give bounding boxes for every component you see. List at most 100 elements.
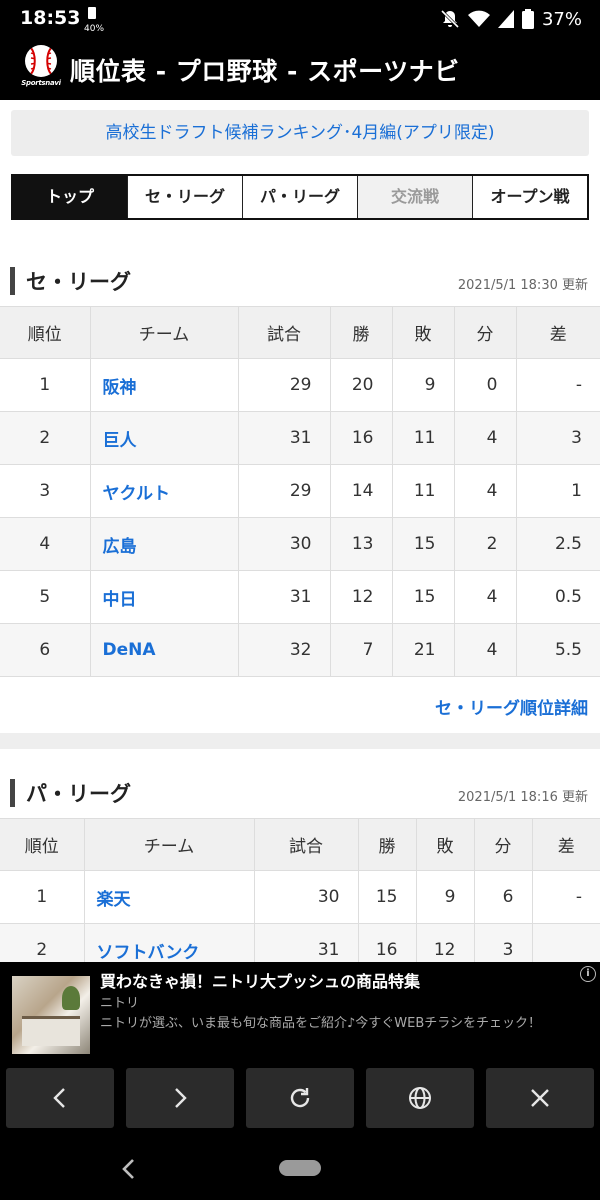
rank-cell: 5 — [0, 570, 91, 624]
col-ties: 分 — [473, 818, 533, 871]
ad-info-icon[interactable]: i — [580, 966, 596, 982]
mute-bell-icon — [440, 9, 460, 29]
promo-banner-link[interactable]: 高校生ドラフト候補ランキング･4月編(アプリ限定) — [11, 110, 589, 156]
update-timestamp: 2021/5/1 18:30 更新 — [457, 278, 588, 293]
col-games-behind: 差 — [515, 306, 600, 359]
rank-cell: 1 — [0, 358, 91, 412]
status-time: 18:53 — [20, 7, 81, 29]
pacific-standings-table: 順位 チーム 試合 勝 敗 分 差 1 楽天 30 15 9 6 - 2 ソフト… — [0, 818, 600, 977]
ad-brand: ニトリ — [100, 996, 140, 1011]
table-header-row: 順位 チーム 試合 勝 敗 分 差 — [0, 306, 600, 359]
globe-icon — [409, 1087, 431, 1109]
central-detail-link[interactable]: セ・リーグ順位詳細 — [435, 694, 588, 719]
table-row: 2 巨人 31 16 11 4 3 — [0, 411, 600, 465]
ties-cell: 0 — [453, 358, 517, 412]
games-cell: 31 — [237, 411, 331, 465]
table-row: 6 DeNA 32 7 21 4 5.5 — [0, 623, 600, 677]
reload-icon — [290, 1088, 310, 1108]
games-behind-cell: 2.5 — [515, 517, 600, 571]
team-link[interactable]: 楽天 — [83, 870, 255, 924]
close-icon — [531, 1089, 549, 1107]
losses-cell: 11 — [391, 411, 455, 465]
open-in-browser-button[interactable] — [366, 1068, 474, 1128]
team-link[interactable]: 阪神 — [89, 358, 239, 412]
reload-button[interactable] — [246, 1068, 354, 1128]
nav-home-pill[interactable] — [279, 1160, 321, 1176]
status-bar: 18:53 40% 37% — [0, 0, 600, 38]
wins-cell: 16 — [329, 411, 393, 465]
losses-cell: 9 — [391, 358, 455, 412]
ties-cell: 4 — [453, 623, 517, 677]
team-link[interactable]: 巨人 — [89, 411, 239, 465]
signal-icon — [497, 10, 514, 28]
central-standings-table: 順位 チーム 試合 勝 敗 分 差 1 阪神 29 20 9 0 - 2 巨人 … — [0, 306, 600, 677]
ties-cell: 2 — [453, 517, 517, 571]
ties-cell: 4 — [453, 570, 517, 624]
col-team: チーム — [89, 306, 239, 359]
tab-central-league[interactable]: セ・リーグ — [127, 176, 242, 218]
games-cell: 31 — [237, 570, 331, 624]
games-cell: 30 — [237, 517, 331, 571]
battery-small-label: 40% — [84, 24, 105, 34]
update-timestamp: 2021/5/1 18:16 更新 — [457, 790, 588, 805]
page-title: 順位表 - プロ野球 - スポーツナビ — [70, 57, 460, 86]
logo-text: Sportsnavi — [21, 79, 61, 87]
games-behind-cell: 5.5 — [515, 623, 600, 677]
wins-cell: 15 — [357, 870, 417, 924]
section-title: パ・リーグ — [26, 782, 131, 806]
nav-back-icon[interactable] — [118, 1156, 140, 1182]
col-wins: 勝 — [357, 818, 417, 871]
team-link[interactable]: 広島 — [89, 517, 239, 571]
battery-saver-indicator: 40% — [84, 6, 105, 34]
col-games: 試合 — [237, 306, 331, 359]
losses-cell: 11 — [391, 464, 455, 518]
wins-cell: 7 — [329, 623, 393, 677]
games-cell: 29 — [237, 464, 331, 518]
wins-cell: 14 — [329, 464, 393, 518]
team-link[interactable]: DeNA — [89, 623, 239, 677]
ties-cell: 4 — [453, 411, 517, 465]
wins-cell: 12 — [329, 570, 393, 624]
rank-cell: 1 — [0, 870, 85, 924]
losses-cell: 15 — [391, 517, 455, 571]
ties-cell: 4 — [453, 464, 517, 518]
section-bar — [10, 267, 15, 295]
rank-cell: 3 — [0, 464, 91, 518]
ad-title: 買わなきゃ損！ニトリ大プッシュの商品特集 — [100, 972, 421, 991]
games-cell: 29 — [237, 358, 331, 412]
central-league-header: セ・リーグ 2021/5/1 18:30 更新 — [0, 264, 600, 300]
section-title: セ・リーグ — [26, 270, 131, 294]
col-rank: 順位 — [0, 818, 85, 871]
team-link[interactable]: ヤクルト — [89, 464, 239, 518]
rank-cell: 6 — [0, 623, 91, 677]
tab-open-games[interactable]: オープン戦 — [472, 176, 587, 218]
games-cell: 32 — [237, 623, 331, 677]
team-link[interactable]: 中日 — [89, 570, 239, 624]
losses-cell: 21 — [391, 623, 455, 677]
table-row: 5 中日 31 12 15 4 0.5 — [0, 570, 600, 624]
browser-toolbar — [0, 1062, 600, 1138]
losses-cell: 9 — [415, 870, 475, 924]
tab-top[interactable]: トップ — [13, 176, 127, 218]
tab-pacific-league[interactable]: パ・リーグ — [242, 176, 357, 218]
ties-cell: 6 — [473, 870, 533, 924]
wins-cell: 13 — [329, 517, 393, 571]
sportsnavi-logo[interactable]: Sportsnavi — [18, 45, 64, 93]
rank-cell: 2 — [0, 411, 91, 465]
section-divider — [0, 733, 600, 749]
games-behind-cell: 0.5 — [515, 570, 600, 624]
col-ties: 分 — [453, 306, 517, 359]
back-button[interactable] — [6, 1068, 114, 1128]
tab-interleague: 交流戦 — [357, 176, 472, 218]
plant-graphic — [62, 986, 80, 1010]
ad-image — [12, 976, 90, 1054]
table-row: 3 ヤクルト 29 14 11 4 1 — [0, 464, 600, 518]
ad-banner[interactable]: 買わなきゃ損！ニトリ大プッシュの商品特集 ニトリ ニトリが選ぶ、いま最も旬な商品… — [0, 962, 600, 1062]
table-row: 4 広島 30 13 15 2 2.5 — [0, 517, 600, 571]
chevron-right-icon — [175, 1088, 187, 1108]
forward-button[interactable] — [126, 1068, 234, 1128]
chevron-left-icon — [53, 1088, 65, 1108]
battery-icon — [521, 9, 534, 29]
close-button[interactable] — [486, 1068, 594, 1128]
table-row: 1 阪神 29 20 9 0 - — [0, 358, 600, 412]
